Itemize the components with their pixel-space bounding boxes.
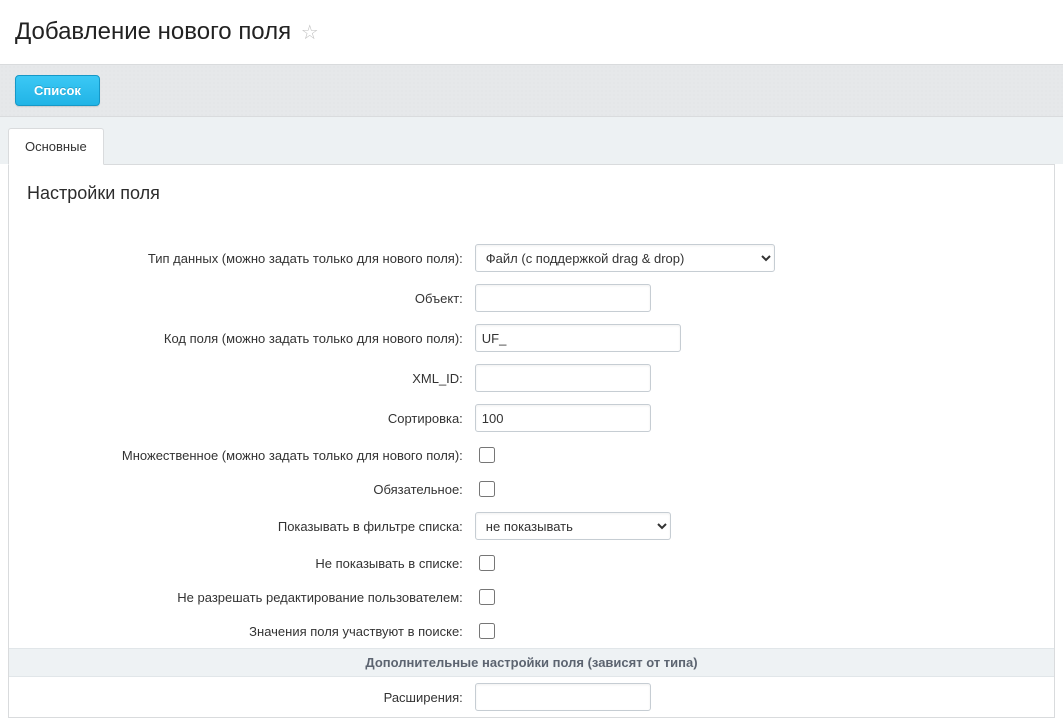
label-hide-in-list: Не показывать в списке: — [9, 546, 469, 580]
tabs-row: Основные — [0, 117, 1063, 164]
form-panel: Настройки поля Тип данных (можно задать … — [8, 164, 1055, 718]
searchable-checkbox[interactable] — [479, 623, 495, 639]
label-extensions: Расширения: — [9, 677, 469, 718]
label-field-code: Код поля (можно задать только для нового… — [9, 318, 469, 358]
hide-in-list-checkbox[interactable] — [479, 555, 495, 571]
settings-table: Тип данных (можно задать только для ново… — [9, 238, 1054, 717]
favorite-star-icon[interactable]: ☆ — [301, 20, 319, 45]
sort-input[interactable] — [475, 404, 651, 432]
label-data-type: Тип данных (можно задать только для ново… — [9, 238, 469, 278]
xml-id-input[interactable] — [475, 364, 651, 392]
tab-main[interactable]: Основные — [8, 128, 104, 165]
sub-heading: Дополнительные настройки поля (зависят о… — [9, 649, 1054, 677]
label-sort: Сортировка: — [9, 398, 469, 438]
show-filter-select[interactable]: не показывать — [475, 512, 671, 540]
label-deny-user-edit: Не разрешать редактирование пользователе… — [9, 580, 469, 614]
object-input[interactable] — [475, 284, 651, 312]
label-required: Обязательное: — [9, 472, 469, 506]
toolbar: Список — [0, 64, 1063, 117]
section-title: Настройки поля — [9, 165, 1054, 214]
required-checkbox[interactable] — [479, 481, 495, 497]
page-title: Добавление нового поля — [15, 18, 291, 46]
label-show-filter: Показывать в фильтре списка: — [9, 506, 469, 546]
list-button[interactable]: Список — [15, 75, 100, 106]
data-type-select[interactable]: Файл (с поддержкой drag & drop) — [475, 244, 775, 272]
extensions-input[interactable] — [475, 683, 651, 711]
label-multiple: Множественное (можно задать только для н… — [9, 438, 469, 472]
field-code-input[interactable] — [475, 324, 681, 352]
label-searchable: Значения поля участвуют в поиске: — [9, 614, 469, 649]
deny-user-edit-checkbox[interactable] — [479, 589, 495, 605]
label-xml-id: XML_ID: — [9, 358, 469, 398]
multiple-checkbox[interactable] — [479, 447, 495, 463]
label-object: Объект: — [9, 278, 469, 318]
